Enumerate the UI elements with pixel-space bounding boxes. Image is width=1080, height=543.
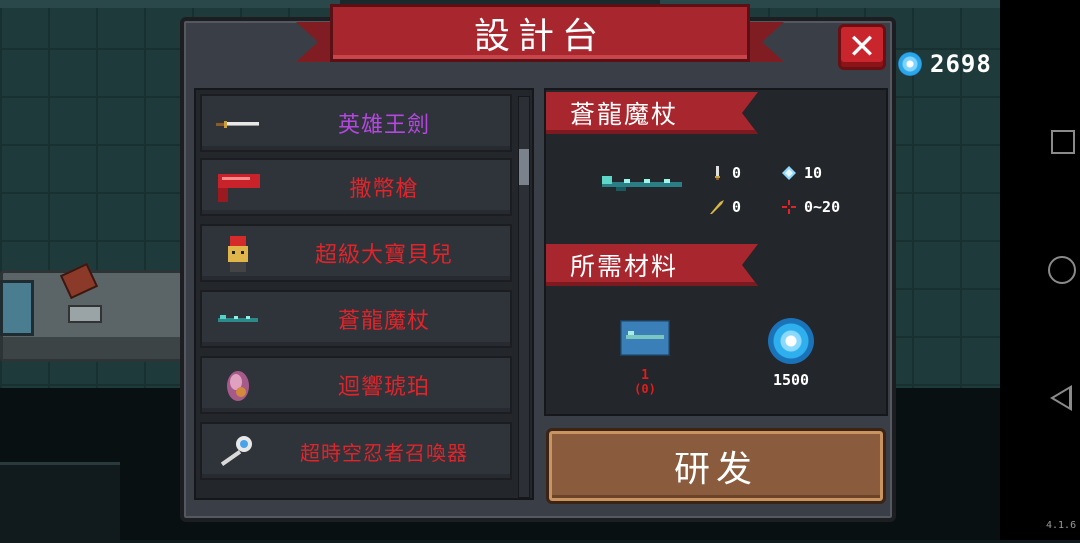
item-name: 超時空忍者召喚器 (300, 440, 468, 465)
recent-apps-icon[interactable] (1051, 130, 1075, 154)
doll-icon (228, 236, 248, 272)
gem-counter: 2698 (898, 50, 992, 78)
close-button[interactable]: ✕ (838, 24, 886, 70)
scroll-thumb[interactable] (519, 149, 529, 185)
blueprint-icon (620, 320, 670, 356)
gem-cost: 1500 (772, 371, 810, 389)
list-item-super-baby[interactable]: 超級大寶貝兒 (200, 224, 512, 282)
summoner-icon (220, 436, 252, 466)
list-item-hero-sword[interactable]: 英雄王劍 (200, 94, 512, 152)
back-icon[interactable] (1050, 385, 1072, 411)
crit-stat-icon (710, 200, 724, 214)
version-label: 4.1.6 (1046, 520, 1077, 531)
item-name: 撒幣槍 (349, 177, 419, 202)
item-name: 超級大寶貝兒 (314, 243, 453, 268)
workbench-monitor (0, 280, 34, 336)
item-detail-panel: 蒼龍魔杖 0 10 0 0~20 所需材料 1 (0) 1500 (544, 88, 888, 416)
gem-icon (898, 52, 922, 76)
energy-stat-icon (782, 166, 796, 180)
home-icon[interactable] (1048, 256, 1076, 284)
sword-stat-icon (715, 166, 720, 180)
staff-icon (218, 315, 258, 322)
workbench-hammer (68, 305, 102, 323)
banner-body: 設計台 (330, 4, 750, 62)
close-icon: ✕ (847, 27, 877, 67)
item-name: 英雄王劍 (337, 113, 430, 138)
crit-stat: 0 (710, 198, 741, 216)
list-item-coin-gun[interactable]: 撒幣槍 (200, 158, 512, 216)
item-list[interactable]: 英雄王劍 撒幣槍 超級大寶貝兒 蒼龍魔杖 迴響琥珀 超時空忍者召喚器 (194, 88, 534, 500)
research-button[interactable]: 研发 (546, 428, 886, 504)
damage-value: 0 (732, 164, 742, 182)
dungeon-lower-wall (0, 462, 120, 543)
crosshair-icon (782, 200, 796, 214)
spread-stat: 0~20 (782, 198, 840, 216)
title-banner: 設計台 (296, 4, 784, 66)
item-name: 迴響琥珀 (337, 375, 430, 400)
list-item-echo-amber[interactable]: 迴響琥珀 (200, 356, 512, 414)
amber-icon (227, 371, 249, 401)
materials-banner: 所需材料 (546, 244, 758, 286)
selected-staff-icon (602, 176, 682, 191)
sword-icon (216, 121, 259, 128)
gun-icon (218, 174, 260, 202)
selected-item-banner: 蒼龍魔杖 (546, 92, 758, 134)
list-scrollbar[interactable] (518, 96, 530, 498)
gem-material-icon (768, 318, 814, 364)
list-item-dragon-staff[interactable]: 蒼龍魔杖 (200, 290, 512, 348)
dialog-title: 設計台 (473, 16, 606, 57)
blueprint-required: (0) (634, 382, 656, 396)
spread-value: 0~20 (804, 198, 841, 216)
energy-value: 10 (804, 164, 823, 182)
blueprint-owned: 1 (641, 368, 649, 383)
crit-value: 0 (732, 198, 742, 216)
damage-stat: 0 (710, 164, 741, 182)
list-item-ninja-summoner[interactable]: 超時空忍者召喚器 (200, 422, 512, 480)
energy-stat: 10 (782, 164, 822, 182)
gem-count: 2698 (930, 50, 992, 78)
item-name: 蒼龍魔杖 (337, 309, 430, 334)
